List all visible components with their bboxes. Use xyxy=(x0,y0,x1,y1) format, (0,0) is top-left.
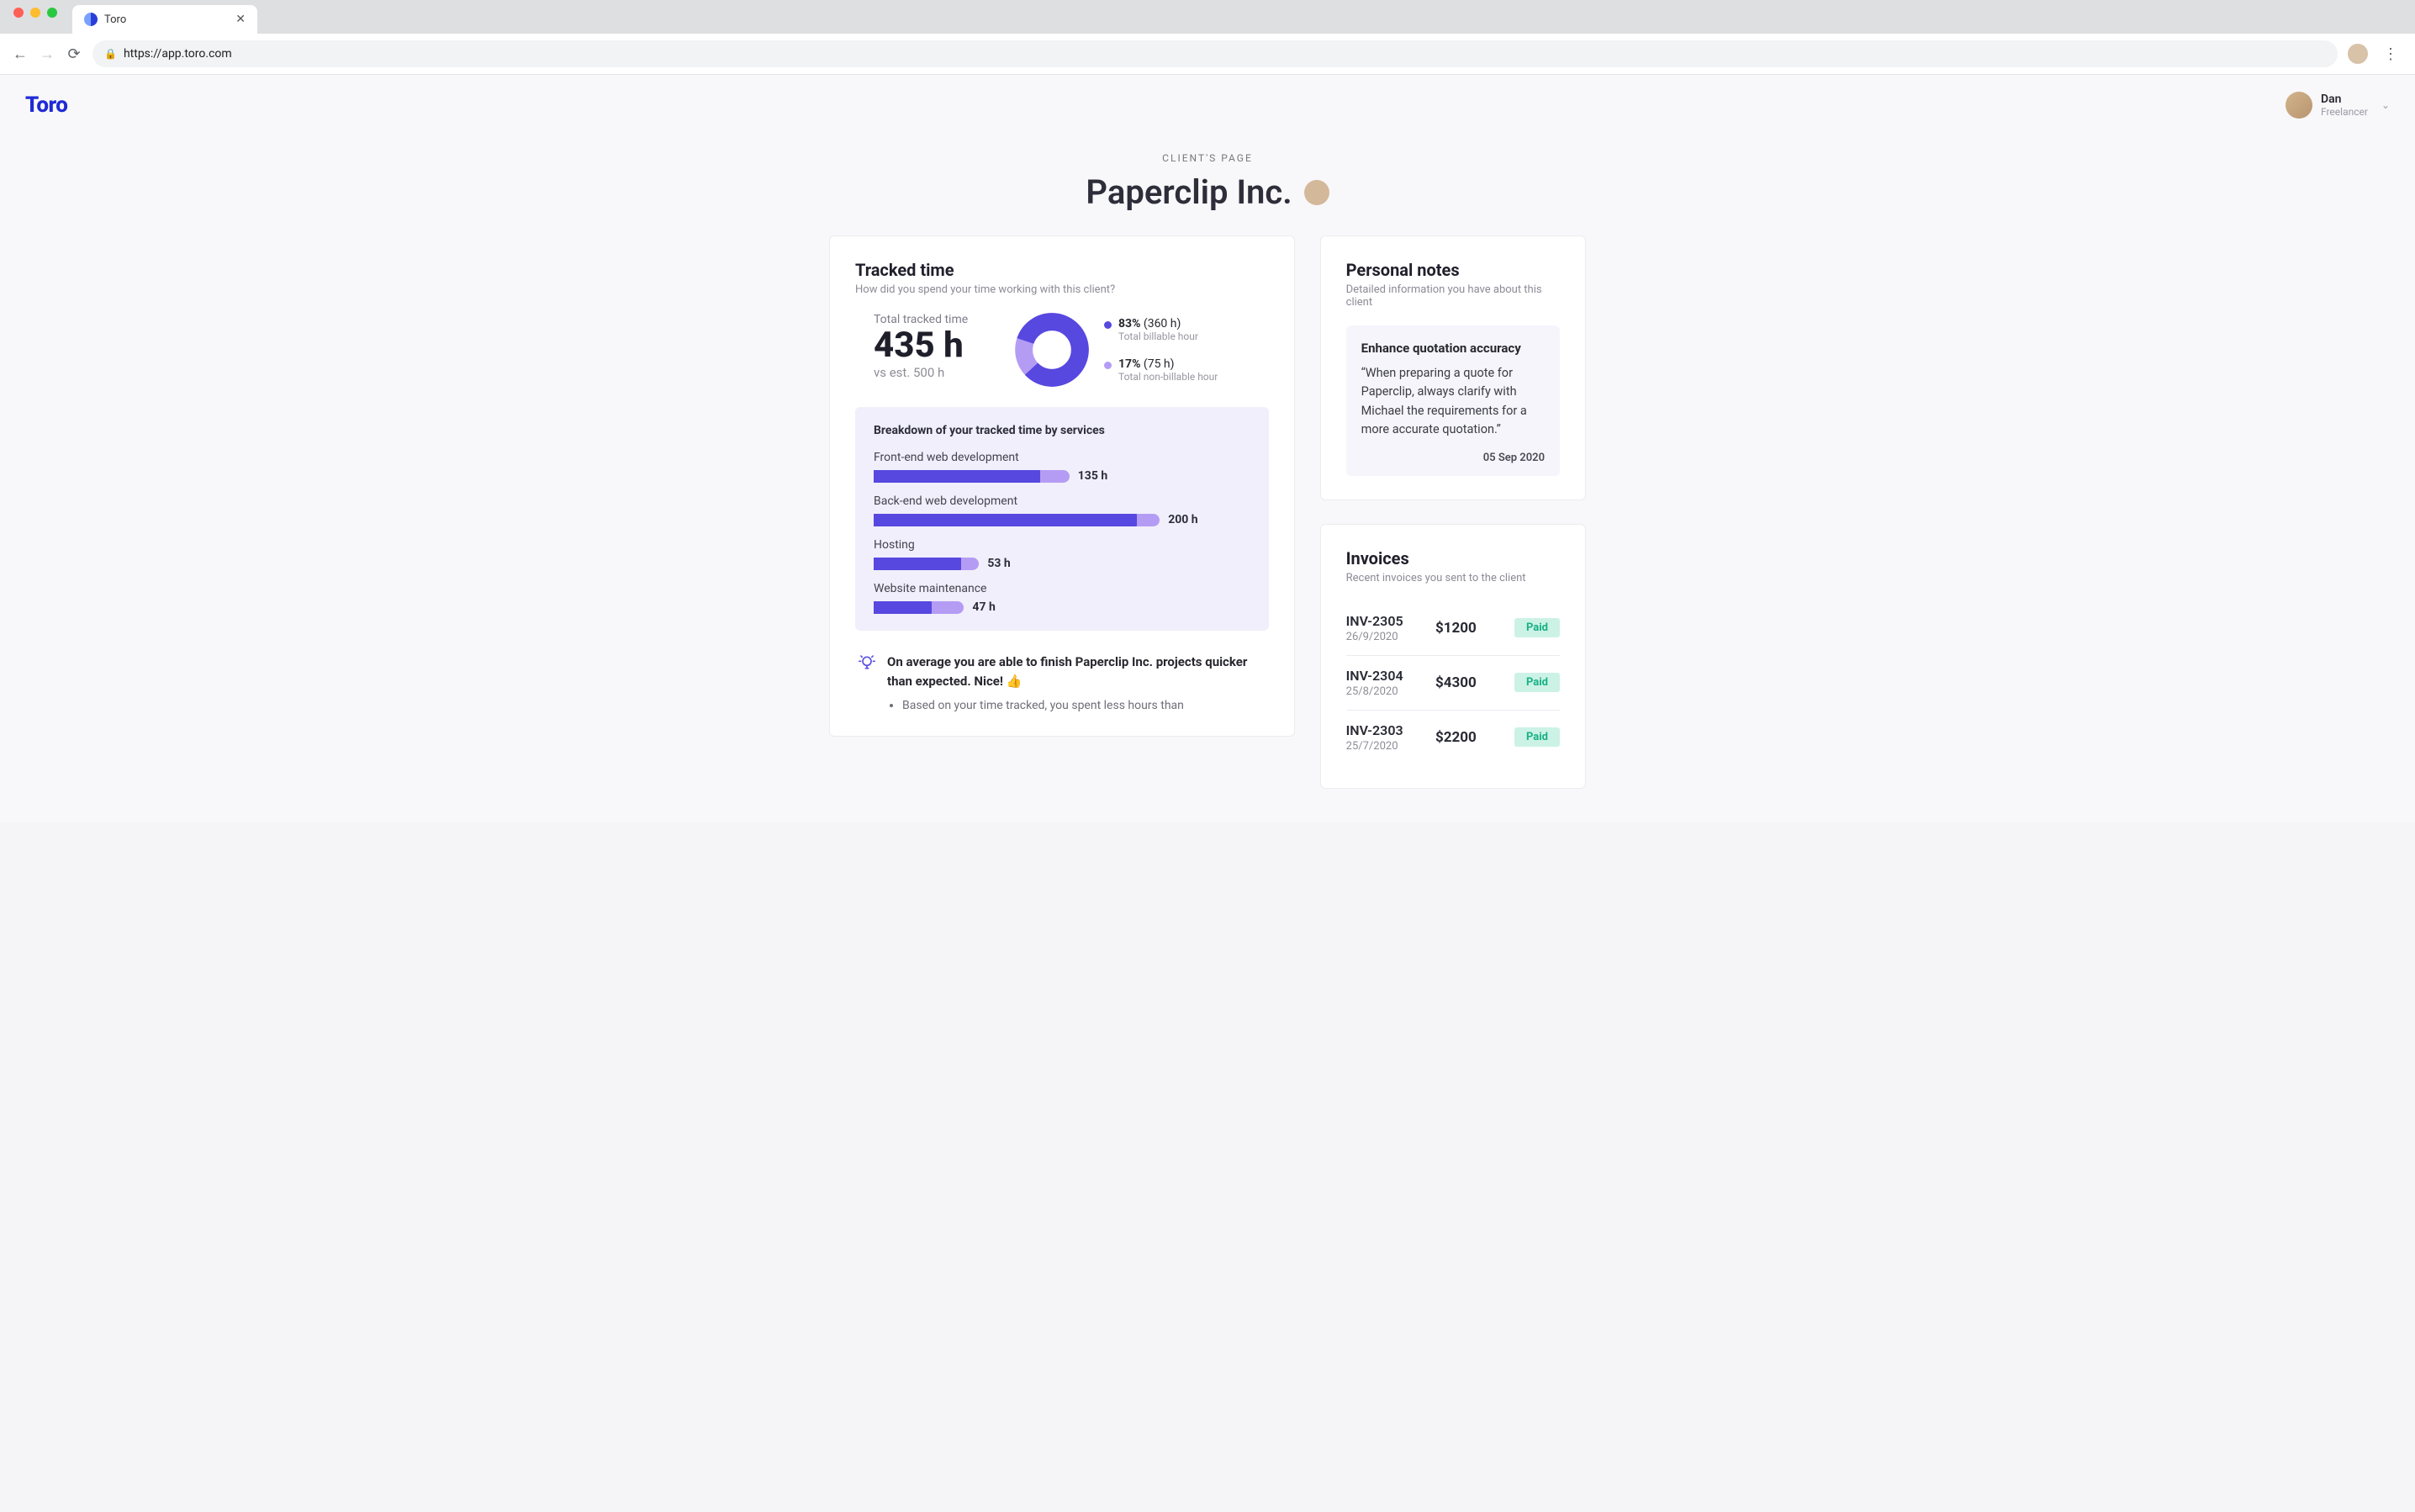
status-badge: Paid xyxy=(1514,673,1560,692)
breakdown-row-label: Hosting xyxy=(874,538,1250,552)
breakdown-row: Website maintenance 47 h xyxy=(874,582,1250,614)
legend-nonbillable: 17% (75 h) Total non-billable hour xyxy=(1104,357,1218,383)
invoice-number: INV-2304 xyxy=(1346,668,1435,684)
tracked-time-card: Tracked time How did you spend your time… xyxy=(829,235,1295,737)
user-menu[interactable]: Dan Freelancer ⌄ xyxy=(2286,92,2390,119)
breakdown-row-value: 200 h xyxy=(1168,513,1197,526)
browser-chrome: Toro ✕ ← → ⟳ 🔒 https://app.toro.com ⋮ xyxy=(0,0,2415,75)
logo[interactable]: Toro xyxy=(25,93,67,118)
invoice-number: INV-2305 xyxy=(1346,613,1435,629)
notes-subtitle: Detailed information you have about this… xyxy=(1346,283,1560,309)
browser-menu-icon[interactable]: ⋮ xyxy=(2378,45,2403,63)
invoice-date: 26/9/2020 xyxy=(1346,631,1435,643)
invoices-title: Invoices xyxy=(1346,548,1560,568)
personal-notes-card: Personal notes Detailed information you … xyxy=(1320,235,1586,500)
invoice-number: INV-2303 xyxy=(1346,722,1435,738)
close-tab-icon[interactable]: ✕ xyxy=(235,13,246,26)
user-role: Freelancer xyxy=(2321,106,2368,118)
tracked-time-title: Tracked time xyxy=(855,260,1269,280)
client-name: Paperclip Inc. xyxy=(1086,172,1292,212)
invoice-date: 25/7/2020 xyxy=(1346,740,1435,753)
app-header: Toro Dan Freelancer ⌄ xyxy=(0,75,2415,135)
tab-title: Toro xyxy=(104,13,229,26)
favicon-icon xyxy=(84,13,98,26)
breakdown-panel: Breakdown of your tracked time by servic… xyxy=(855,407,1269,631)
note-heading: Enhance quotation accuracy xyxy=(1361,341,1545,356)
lightbulb-icon xyxy=(859,654,875,712)
invoice-row[interactable]: INV-2304 25/8/2020 $4300 Paid xyxy=(1346,656,1560,711)
breakdown-row-label: Back-end web development xyxy=(874,494,1250,508)
chevron-down-icon: ⌄ xyxy=(2381,99,2390,111)
legend-nonbillable-hours: (75 h) xyxy=(1144,357,1175,371)
legend-dot-icon xyxy=(1104,362,1112,369)
status-badge: Paid xyxy=(1514,727,1560,747)
invoice-amount: $2200 xyxy=(1435,729,1503,746)
legend-nonbillable-label: Total non-billable hour xyxy=(1118,371,1218,383)
legend-billable-label: Total billable hour xyxy=(1118,330,1198,342)
note-date: 05 Sep 2020 xyxy=(1361,452,1545,464)
client-avatar xyxy=(1304,180,1329,205)
avatar xyxy=(2286,92,2312,119)
legend-billable: 83% (360 h) Total billable hour xyxy=(1104,317,1218,342)
browser-tab[interactable]: Toro ✕ xyxy=(72,5,257,34)
breakdown-row: Back-end web development 200 h xyxy=(874,494,1250,526)
close-window-icon[interactable] xyxy=(13,8,24,18)
invoices-card: Invoices Recent invoices you sent to the… xyxy=(1320,524,1586,789)
note-body: “When preparing a quote for Paperclip, a… xyxy=(1361,364,1545,440)
page-eyebrow: CLIENT'S PAGE xyxy=(0,152,2415,164)
address-bar[interactable]: 🔒 https://app.toro.com xyxy=(92,40,2338,67)
insight-block: On average you are able to finish Paperc… xyxy=(855,653,1269,712)
status-badge: Paid xyxy=(1514,618,1560,637)
legend-billable-pct: 83% xyxy=(1118,317,1140,330)
page-title: Paperclip Inc. xyxy=(1086,172,1329,212)
breakdown-title: Breakdown of your tracked time by servic… xyxy=(874,424,1250,437)
note-item[interactable]: Enhance quotation accuracy “When prepari… xyxy=(1346,325,1560,476)
breakdown-row-value: 47 h xyxy=(972,600,995,614)
invoice-date: 25/8/2020 xyxy=(1346,685,1435,698)
total-tracked-estimate: vs est. 500 h xyxy=(874,365,1000,380)
address-url: https://app.toro.com xyxy=(124,47,232,61)
legend-dot-icon xyxy=(1104,321,1112,329)
tracked-time-subtitle: How did you spend your time working with… xyxy=(855,283,1269,296)
legend-billable-hours: (360 h) xyxy=(1144,317,1181,330)
invoice-row[interactable]: INV-2303 25/7/2020 $2200 Paid xyxy=(1346,711,1560,764)
breakdown-row-label: Front-end web development xyxy=(874,451,1250,464)
breakdown-row: Hosting 53 h xyxy=(874,538,1250,570)
invoices-subtitle: Recent invoices you sent to the client xyxy=(1346,572,1560,584)
invoice-amount: $4300 xyxy=(1435,674,1503,691)
invoice-amount: $1200 xyxy=(1435,620,1503,637)
donut-chart xyxy=(1015,313,1089,387)
invoice-row[interactable]: INV-2305 26/9/2020 $1200 Paid xyxy=(1346,601,1560,656)
user-name: Dan xyxy=(2321,93,2368,106)
browser-profile-avatar[interactable] xyxy=(2348,44,2368,64)
legend-nonbillable-pct: 17% xyxy=(1118,357,1140,371)
reload-button[interactable]: ⟳ xyxy=(66,45,82,63)
total-tracked-value: 435 h xyxy=(874,326,1000,365)
forward-button[interactable]: → xyxy=(39,45,55,63)
back-button[interactable]: ← xyxy=(12,45,29,63)
breakdown-row-value: 53 h xyxy=(987,557,1010,570)
insight-headline: On average you are able to finish Paperc… xyxy=(887,653,1266,690)
breakdown-row: Front-end web development 135 h xyxy=(874,451,1250,483)
insight-bullet: Based on your time tracked, you spent le… xyxy=(902,699,1266,712)
breakdown-row-label: Website maintenance xyxy=(874,582,1250,595)
breakdown-row-value: 135 h xyxy=(1078,469,1107,483)
lock-icon: 🔒 xyxy=(104,48,117,60)
window-controls[interactable] xyxy=(8,8,64,26)
maximize-window-icon[interactable] xyxy=(47,8,57,18)
minimize-window-icon[interactable] xyxy=(30,8,40,18)
notes-title: Personal notes xyxy=(1346,260,1560,280)
